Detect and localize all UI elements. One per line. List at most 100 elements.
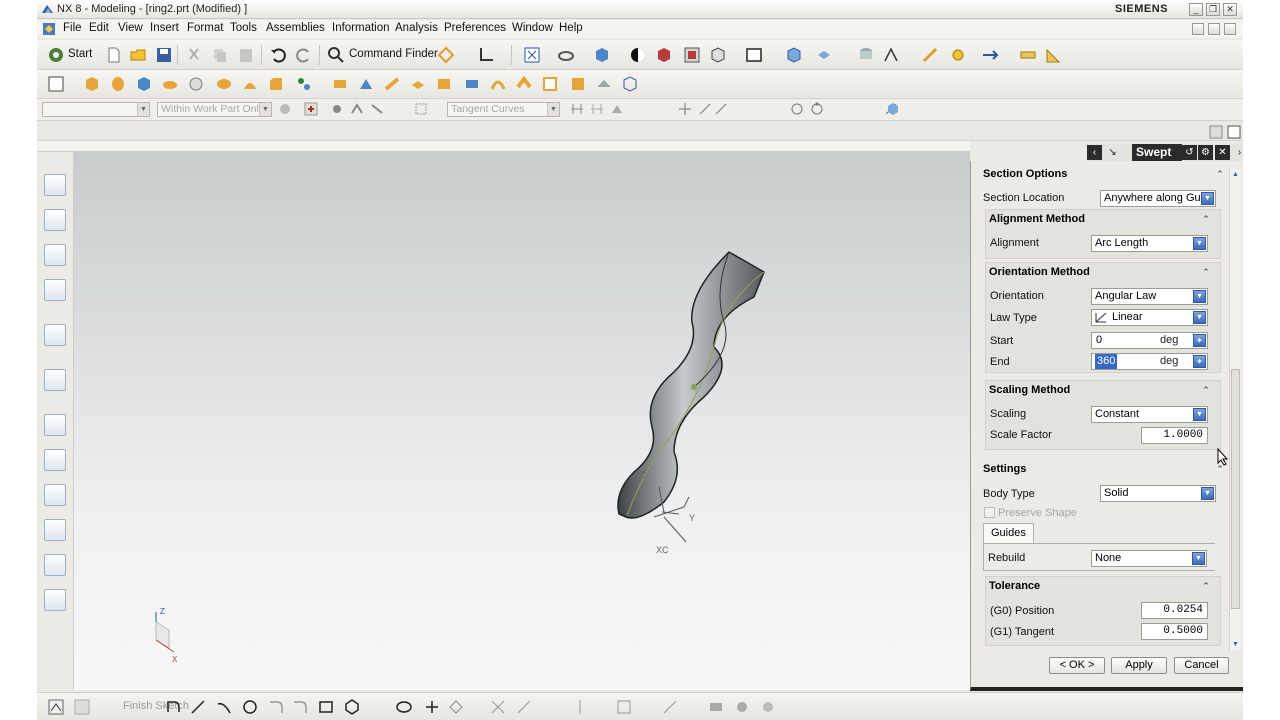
pocket-icon[interactable]: [187, 75, 205, 93]
snap-point-icon[interactable]: [477, 46, 495, 64]
maximize-view-icon[interactable]: [1209, 125, 1223, 139]
scaling-collapse-icon[interactable]: ⌃: [1201, 385, 1211, 395]
snap-settings-icon[interactable]: [303, 101, 319, 117]
gear-icon[interactable]: [949, 46, 967, 64]
wcs-icon[interactable]: [785, 46, 803, 64]
alignment-collapse-icon[interactable]: ⌃: [1201, 214, 1211, 224]
dialog-reset-icon[interactable]: ↺: [1182, 145, 1197, 160]
cube-select-icon[interactable]: [885, 101, 901, 117]
part-navigator-icon[interactable]: [44, 244, 66, 266]
rebuild-select[interactable]: None ▼: [1091, 550, 1207, 567]
cut-icon[interactable]: [185, 46, 203, 64]
dialog-forward-icon[interactable]: ›: [1232, 145, 1243, 160]
snap-center-icon[interactable]: [789, 101, 805, 117]
end-angle-menu-icon[interactable]: ✦: [1193, 355, 1206, 368]
rectangle-icon[interactable]: [317, 698, 335, 716]
scroll-down-icon[interactable]: ▼: [1230, 639, 1241, 650]
fillet-icon[interactable]: [267, 698, 285, 716]
revolve-icon[interactable]: [109, 75, 127, 93]
dialog-close-icon[interactable]: ✕: [1215, 145, 1230, 160]
copy-icon[interactable]: [211, 46, 229, 64]
menu-information[interactable]: Information: [332, 22, 390, 34]
circle-icon[interactable]: [241, 698, 259, 716]
dialog-settings-icon[interactable]: ⚙: [1198, 145, 1213, 160]
curve-rule-combo[interactable]: Tangent Curves ▼: [447, 102, 560, 117]
start-angle-menu-icon[interactable]: ✦: [1193, 334, 1206, 347]
sketch-task-icon[interactable]: [47, 698, 65, 716]
ellipse-icon[interactable]: [395, 698, 413, 716]
section-options-header[interactable]: Section Options: [979, 165, 1227, 183]
constraints-icon[interactable]: [615, 698, 633, 716]
fit-view-icon[interactable]: [523, 46, 541, 64]
extrude-icon[interactable]: [83, 75, 101, 93]
type-filter-combo[interactable]: ▼: [42, 102, 150, 117]
polygon-icon[interactable]: [343, 698, 361, 716]
pattern-icon[interactable]: [295, 75, 313, 93]
settings-header[interactable]: Settings: [979, 460, 1227, 478]
menu-file[interactable]: File: [63, 22, 82, 34]
relations-browser-icon[interactable]: [759, 698, 777, 716]
constraint-navigator-icon[interactable]: [44, 209, 66, 231]
section-view-icon[interactable]: [655, 46, 673, 64]
tube-icon[interactable]: [541, 75, 559, 93]
body-type-select[interactable]: Solid ▼: [1100, 485, 1216, 502]
dialog-back-icon[interactable]: ‹: [1087, 145, 1102, 160]
doc-close-button[interactable]: [1224, 23, 1236, 35]
layer-icon[interactable]: [815, 46, 833, 64]
edge-blend-icon[interactable]: [241, 75, 259, 93]
analysis-icon[interactable]: [921, 46, 939, 64]
section-options-collapse-icon[interactable]: ⌃: [1215, 169, 1225, 179]
history-icon[interactable]: [44, 369, 66, 391]
arc-icon[interactable]: [215, 698, 233, 716]
chamfer-sketch-icon[interactable]: [291, 698, 309, 716]
swept-icon[interactable]: [515, 75, 533, 93]
snap-control-icon[interactable]: [713, 101, 729, 117]
stop-at-intersection-icon[interactable]: [569, 101, 585, 117]
graphics-viewport[interactable]: ZC Y XC Z X: [74, 152, 970, 690]
start-angle-field[interactable]: 0 deg ✦: [1091, 332, 1208, 349]
full-screen-icon[interactable]: [1227, 125, 1241, 139]
menu-window[interactable]: Window: [512, 22, 553, 34]
background-icon[interactable]: [745, 46, 763, 64]
close-button[interactable]: ✕: [1223, 3, 1237, 16]
auto-constrain-icon[interactable]: [707, 698, 725, 716]
shaded-view-icon[interactable]: [593, 46, 611, 64]
thicken-icon[interactable]: [463, 75, 481, 93]
box-select-icon[interactable]: [413, 101, 429, 117]
doc-minimize-button[interactable]: [1192, 23, 1204, 35]
snap-end-icon[interactable]: [677, 101, 693, 117]
scaling-method-header[interactable]: Scaling Method: [989, 381, 1217, 399]
orientation-collapse-icon[interactable]: ⌃: [1201, 267, 1211, 277]
mirror-icon[interactable]: [357, 75, 375, 93]
trim-body-icon[interactable]: [331, 75, 349, 93]
preserve-shape-checkbox[interactable]: [984, 507, 995, 518]
document-menu-icon[interactable]: [42, 22, 56, 36]
filter-reset-icon[interactable]: [277, 101, 293, 117]
measure-icon[interactable]: [883, 46, 901, 64]
selection-scope-combo[interactable]: Within Work Part Only ▼: [157, 102, 272, 117]
process-studio-icon[interactable]: [44, 449, 66, 471]
dialog-select-icon[interactable]: ↘: [1105, 145, 1120, 160]
scaling-select[interactable]: Constant ▼: [1091, 406, 1208, 423]
profile-icon[interactable]: [165, 698, 183, 716]
dimension-icon[interactable]: [661, 698, 679, 716]
menu-assemblies[interactable]: Assemblies: [266, 22, 325, 34]
roles-icon[interactable]: [44, 519, 66, 541]
point-icon[interactable]: [423, 698, 441, 716]
unite-icon[interactable]: [215, 75, 233, 93]
tangent-tolerance-field[interactable]: 0.5000: [1141, 623, 1208, 640]
edge-snap-icon[interactable]: [369, 101, 385, 117]
snap-quadrant-icon[interactable]: [809, 101, 825, 117]
orientation-method-header[interactable]: Orientation Method: [989, 263, 1217, 281]
new-file-icon[interactable]: [105, 46, 123, 64]
apply-button[interactable]: Apply: [1111, 657, 1167, 674]
assembly-navigator-icon[interactable]: [44, 174, 66, 196]
menu-view[interactable]: View: [118, 22, 143, 34]
web-browser-icon[interactable]: [44, 324, 66, 346]
clip-section-icon[interactable]: [683, 46, 701, 64]
undo-icon[interactable]: [269, 46, 287, 64]
open-folder-icon[interactable]: [129, 46, 147, 64]
offset-face-icon[interactable]: [435, 75, 453, 93]
draft-icon[interactable]: [1045, 46, 1063, 64]
curve-snap-icon[interactable]: [349, 101, 365, 117]
